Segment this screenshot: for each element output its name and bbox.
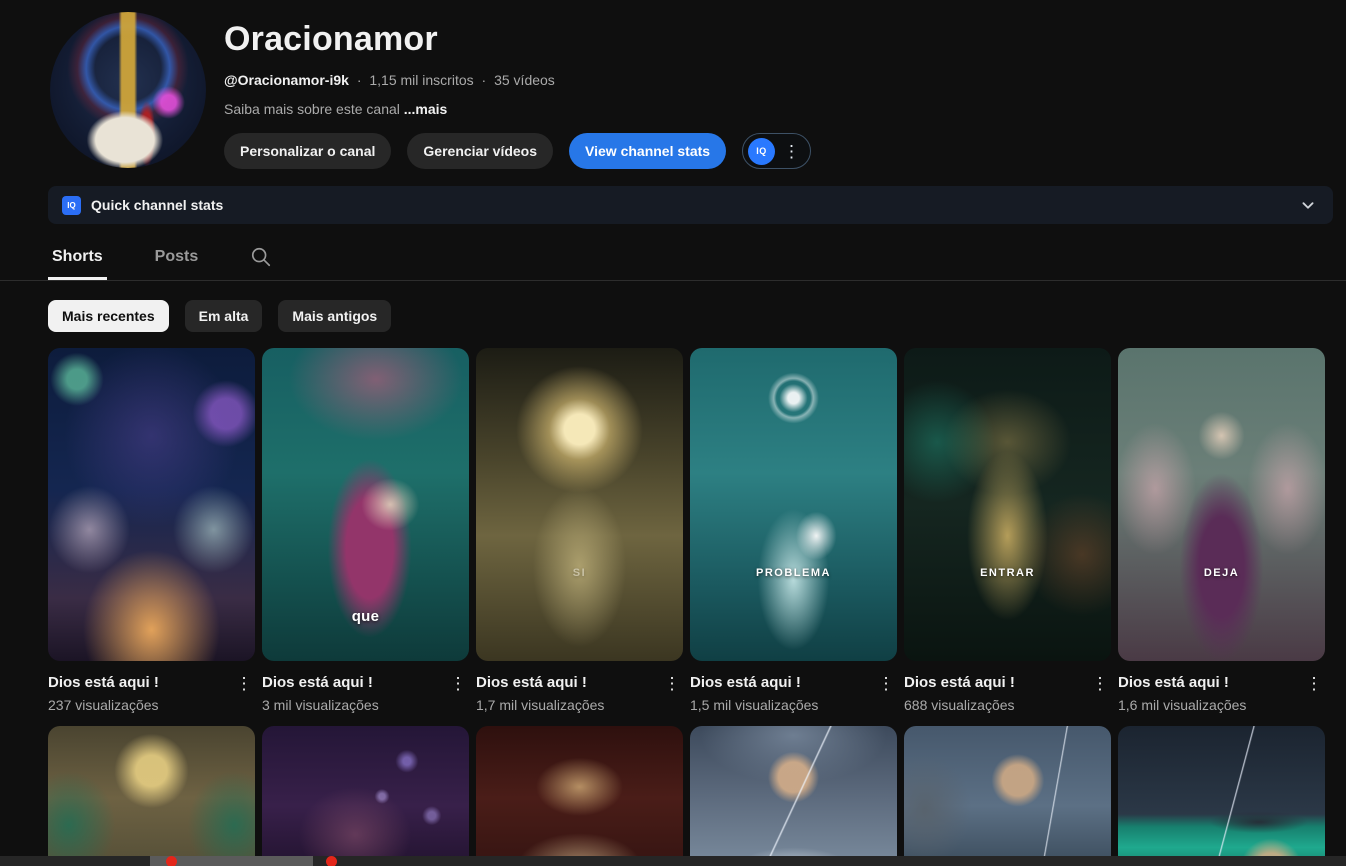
description-text: Saiba mais sobre este canal [224,101,400,117]
channel-avatar[interactable] [50,12,206,168]
short-views: 1,6 mil visualizações [1118,697,1247,713]
short-title[interactable]: Dios está aqui ! [476,672,661,693]
short-views: 3 mil visualizações [262,697,379,713]
short-thumbnail[interactable] [690,726,897,866]
short-views: 1,5 mil visualizações [690,697,819,713]
more-options-icon[interactable]: ⋮ [875,672,897,726]
short-thumbnail[interactable] [1118,726,1325,866]
short-views: 1,7 mil visualizações [476,697,605,713]
manage-videos-button[interactable]: Gerenciar vídeos [407,133,554,169]
short-title[interactable]: Dios está aqui ! [262,672,447,693]
red-dot-artifact [326,856,337,866]
short-thumbnail[interactable]: DEJA [1118,348,1325,661]
short-card: DEJA Dios está aqui ! 1,6 mil visualizaç… [1118,348,1325,726]
more-link[interactable]: ...mais [404,101,448,117]
chevron-down-icon[interactable] [1297,194,1319,216]
vidiq-extension-button[interactable]: IQ ⋮ [742,133,812,169]
chip-mais-antigos[interactable]: Mais antigos [278,300,392,332]
short-title[interactable]: Dios está aqui ! [1118,672,1303,693]
tab-posts[interactable]: Posts [151,234,203,280]
short-thumbnail[interactable] [476,726,683,866]
quick-channel-stats-bar[interactable]: IQ Quick channel stats [48,186,1333,224]
vidiq-icon: IQ [62,195,81,215]
video-count: 35 vídeos [494,72,555,88]
short-card: ENTRAR Dios está aqui ! 688 visualizaçõe… [904,348,1111,726]
channel-handle: @Oracionamor-i9k [224,72,349,88]
thumbnail-caption: SI [572,567,587,580]
sort-filter-chips: Mais recentes Em alta Mais antigos [0,281,1346,332]
search-icon[interactable] [246,242,276,272]
channel-actions: Personalizar o canal Gerenciar vídeos Vi… [224,133,1298,169]
more-options-icon[interactable]: ⋮ [1303,672,1325,726]
shorts-grid-row2 [0,726,1346,866]
thumbnail-caption: DEJA [1203,567,1240,580]
short-card: que Dios está aqui ! 3 mil visualizações… [262,348,469,726]
short-thumbnail[interactable] [904,726,1111,866]
short-thumbnail[interactable] [48,348,255,661]
chip-mais-recentes[interactable]: Mais recentes [48,300,169,332]
red-dot-artifact [166,856,177,866]
channel-header: Oracionamor @Oracionamor-i9k · 1,15 mil … [0,0,1346,169]
vidiq-icon: IQ [748,137,776,165]
short-card: PROBLEMA Dios está aqui ! 1,5 mil visual… [690,348,897,726]
short-thumbnail[interactable]: que [262,348,469,661]
view-channel-stats-button[interactable]: View channel stats [569,133,727,169]
more-options-icon[interactable]: ⋮ [661,672,683,726]
short-card: Dios está aqui ! 237 visualizações ⋮ [48,348,255,726]
short-card: SI Dios está aqui ! 1,7 mil visualizaçõe… [476,348,683,726]
more-options-icon[interactable]: ⋮ [233,672,255,726]
short-thumbnail[interactable]: SI [476,348,683,661]
short-thumbnail[interactable] [48,726,255,866]
channel-description: Saiba mais sobre este canal ...mais [224,101,1298,117]
customize-channel-button[interactable]: Personalizar o canal [224,133,392,169]
subscriber-count: 1,15 mil inscritos [369,72,474,88]
short-views: 237 visualizações [48,697,159,713]
short-thumbnail[interactable] [262,726,469,866]
short-title[interactable]: Dios está aqui ! [690,672,875,693]
meta-separator: · [481,72,487,88]
short-title[interactable]: Dios está aqui ! [904,672,1089,693]
horizontal-scrollbar[interactable] [0,856,1346,866]
shorts-grid: Dios está aqui ! 237 visualizações ⋮ que… [0,332,1346,726]
chip-em-alta[interactable]: Em alta [184,300,263,332]
channel-meta: @Oracionamor-i9k · 1,15 mil inscritos · … [224,72,1298,88]
short-title[interactable]: Dios está aqui ! [48,672,233,693]
thumbnail-caption: PROBLEMA [756,567,831,580]
short-views: 688 visualizações [904,697,1015,713]
more-options-icon[interactable]: ⋮ [447,672,469,726]
short-thumbnail[interactable]: ENTRAR [904,348,1111,661]
meta-separator: · [356,72,362,88]
thumbnail-caption: que [351,607,380,625]
more-options-icon[interactable]: ⋮ [783,143,800,160]
more-options-icon[interactable]: ⋮ [1089,672,1111,726]
short-thumbnail[interactable]: PROBLEMA [690,348,897,661]
quick-stats-label: Quick channel stats [91,197,224,213]
channel-name: Oracionamor [224,20,438,58]
tab-shorts[interactable]: Shorts [48,234,107,280]
thumbnail-caption: ENTRAR [980,567,1035,580]
channel-tabs-bar: Shorts Posts [0,234,1346,281]
